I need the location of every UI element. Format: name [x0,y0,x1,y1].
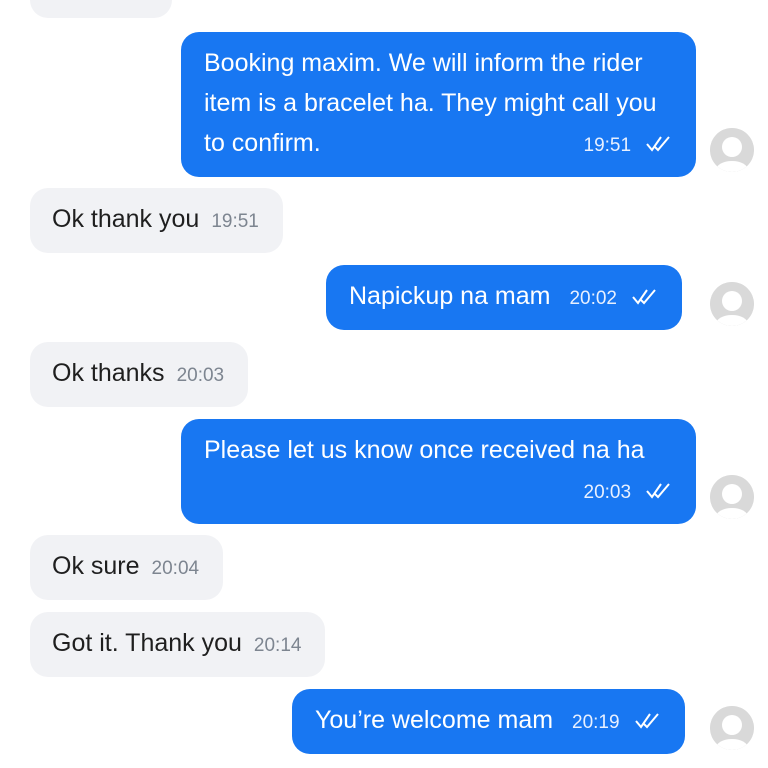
message-meta: 20:19 [572,700,661,743]
message-meta: 19:51 [584,123,673,166]
message-time: 20:02 [569,288,617,309]
message-text: Please let us know once received na ha [204,436,645,464]
outgoing-message[interactable]: Please let us know once received na ha 2… [181,419,696,524]
message-time: 20:19 [572,712,620,733]
partial-incoming-bubble[interactable] [30,0,172,18]
default-avatar-icon [710,475,754,519]
message-meta: 20:03 [584,470,673,513]
outgoing-message[interactable]: You’re welcome mam 20:19 [292,689,685,754]
message-text: You’re welcome mam [315,706,554,734]
sender-avatar[interactable] [710,706,754,750]
message-time: 19:51 [583,135,632,156]
double-check-icon [646,136,670,152]
message-meta: 20:02 [569,276,658,319]
incoming-message[interactable]: Ok sure 20:04 [30,535,224,600]
incoming-message[interactable]: Ok thanks 20:03 [30,342,249,407]
message-text: Ok thanks [52,359,165,387]
incoming-message[interactable]: Ok thank you 19:51 [30,188,283,253]
message-time: 19:51 [211,211,259,232]
message-text: Got it. Thank you [52,629,242,657]
double-check-icon [646,483,670,499]
message-time: 20:03 [583,482,632,503]
sender-avatar[interactable] [710,282,754,326]
default-avatar-icon [710,282,754,326]
sender-avatar[interactable] [710,475,754,519]
message-text: Ok sure [52,552,140,580]
outgoing-message[interactable]: Napickup na mam 20:02 [326,265,682,330]
incoming-message[interactable]: Got it. Thank you 20:14 [30,612,326,677]
sender-avatar[interactable] [710,128,754,172]
message-text: Ok thank you [52,205,200,233]
message-text: Napickup na mam [349,282,551,310]
chat-thread: Booking maxim. We will inform the rider … [0,0,768,768]
double-check-icon [632,289,656,305]
default-avatar-icon [710,128,754,172]
message-time: 20:03 [176,365,225,386]
message-time: 20:04 [151,558,200,579]
default-avatar-icon [710,706,754,750]
double-check-icon [634,713,659,729]
outgoing-message[interactable]: Booking maxim. We will inform the rider … [181,32,696,177]
message-time: 20:14 [253,635,302,656]
